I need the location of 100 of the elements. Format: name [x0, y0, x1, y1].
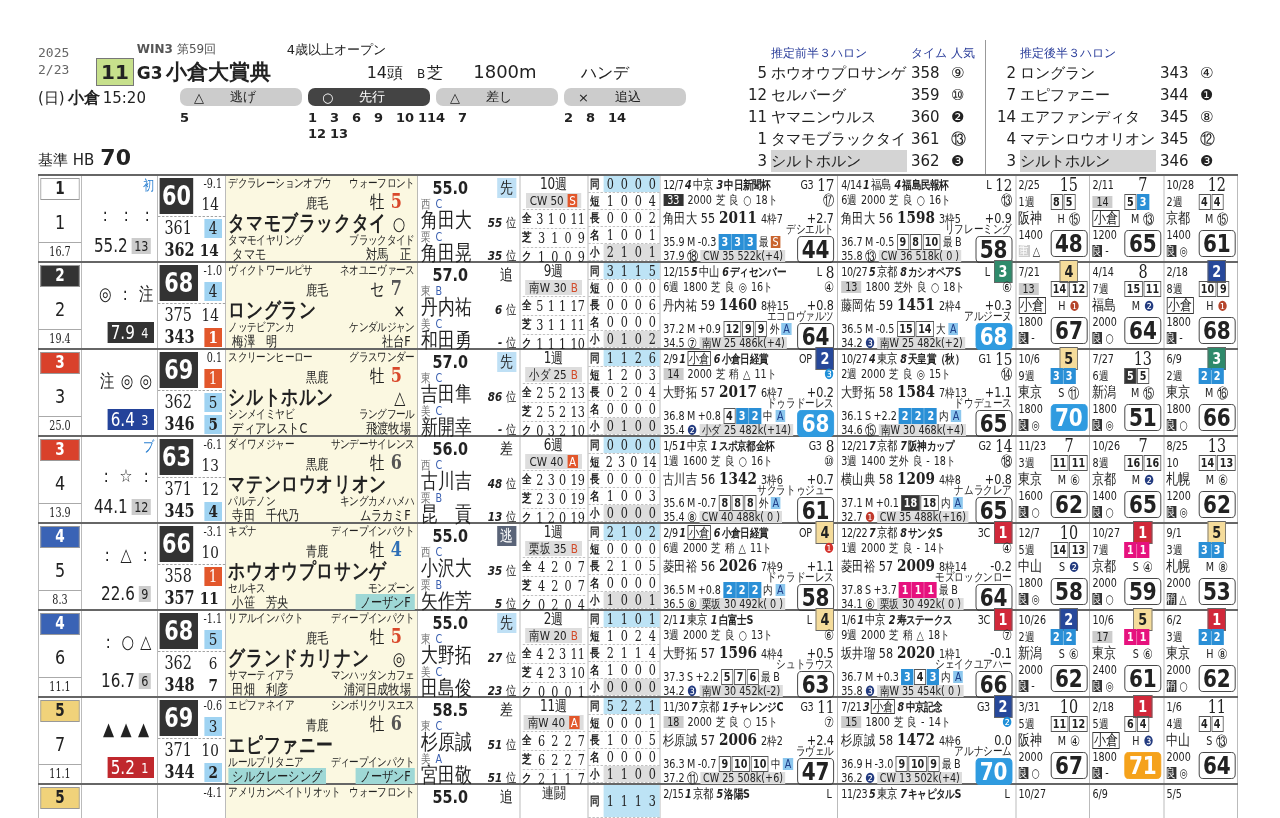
field-size: 14ト	[928, 716, 951, 728]
race-grade: L	[816, 265, 822, 278]
pace-letter: H	[1132, 734, 1140, 747]
race-conditions: 4歳以上オープン	[286, 41, 387, 59]
race-interval: 7週	[1092, 282, 1109, 295]
corner-position: 16	[1124, 454, 1143, 471]
early-time: 36.1	[841, 410, 863, 422]
horse-age: 5	[390, 189, 402, 213]
index-difference: -1.1	[203, 613, 222, 625]
carried-weight: 59	[878, 298, 894, 312]
meeting-number: 5	[690, 264, 698, 279]
jockey-name: 杉原誠	[841, 733, 875, 747]
record-value: 6	[648, 297, 656, 313]
horse-number: 14	[608, 110, 628, 126]
winner-name: モズロックンロー	[935, 571, 1012, 583]
jockey-name: 大野拓	[841, 385, 875, 399]
record-value: 2	[551, 751, 559, 768]
pace-letter: M	[1057, 473, 1067, 486]
race-date: 6/9	[1092, 787, 1108, 800]
running-position: 内	[763, 584, 773, 596]
post-position: 1枠1	[938, 648, 961, 660]
race-interval: 14	[663, 368, 684, 380]
horse-number: 14	[995, 107, 1016, 128]
running-style-tab[interactable]: × 追込	[564, 88, 686, 106]
running-style-tab[interactable]: △ 差し	[436, 88, 558, 106]
running-style-tab[interactable]: ○ 先行	[308, 88, 430, 106]
race-date: 11/23	[1018, 439, 1047, 452]
workout-record: 南W 30 452k(-2)	[699, 685, 783, 697]
record-value: 3	[536, 316, 544, 333]
going: 稍	[729, 368, 740, 380]
leading-rank: 35 位	[487, 564, 516, 577]
record-label: ク	[522, 596, 532, 613]
record-value: 0	[648, 401, 656, 417]
carried-weight: 55	[700, 211, 716, 225]
corner-position: 3	[1137, 193, 1150, 210]
venue: 小倉	[1166, 297, 1194, 314]
record-value: 0	[606, 575, 614, 591]
venue: 中京	[865, 613, 886, 626]
record-value: 0	[634, 227, 642, 243]
style-mark: △	[450, 89, 460, 105]
weight-figure: 16.7	[38, 242, 82, 261]
record-label: 小	[589, 504, 601, 522]
finish-time: 2017	[719, 381, 757, 401]
surface: 芝外	[893, 281, 914, 293]
finish-time: 1598	[897, 207, 935, 227]
record-label: 全	[522, 384, 532, 401]
record-label: 同	[589, 349, 601, 367]
record-value: 3	[648, 488, 656, 504]
record-value: 0	[634, 210, 642, 226]
record-value: 1	[547, 316, 555, 333]
win-odds: 55.2	[93, 236, 128, 255]
record-value: 2	[605, 454, 613, 470]
going: 良	[1166, 767, 1176, 779]
stable-region: 美	[421, 666, 431, 678]
finish-position: 8	[825, 435, 834, 456]
running-style-tab[interactable]: △ 逃げ	[180, 88, 302, 106]
record-value: 0	[620, 193, 628, 209]
rating-mark: △	[1032, 245, 1041, 257]
trainer-grade: B	[435, 492, 443, 504]
race-name: 阪神カップ	[908, 439, 955, 452]
record-value: 2	[620, 698, 628, 714]
surface: 芝	[893, 716, 904, 728]
prediction-mark: 注	[99, 371, 115, 390]
jockey-name: 菱田裕	[663, 559, 697, 573]
trainer-grade: C	[435, 318, 443, 330]
rating-mark: ◎	[1031, 419, 1040, 431]
day-number: 8	[900, 264, 907, 279]
index-rank: 5	[204, 630, 222, 649]
record-label: 短	[589, 453, 601, 471]
popularity-rank: 1	[140, 759, 150, 776]
finish-position: 5	[1133, 608, 1153, 631]
jockey-name: 菱田裕	[841, 559, 875, 573]
horse-number: 1	[308, 110, 319, 126]
record-value: 4	[648, 384, 656, 400]
race-name: 天皇賞（秋）	[908, 352, 964, 365]
race-date: 7/21	[841, 700, 862, 713]
record-label: 短	[589, 627, 601, 645]
carried-weight: 58	[878, 472, 894, 486]
record-value: 0	[620, 662, 628, 678]
race-date: 2/18	[1166, 265, 1188, 278]
rating-mark: △	[743, 368, 751, 380]
race-interval: 3週	[663, 629, 679, 641]
rider-grade: C	[435, 198, 443, 210]
record-value: 0	[620, 280, 628, 296]
popularity: ⑧	[1217, 559, 1228, 574]
leading-rank: 86 位	[487, 390, 516, 403]
rating-mark: -	[916, 542, 921, 554]
pace-difference: +0.8	[697, 410, 721, 422]
workout-grade: B	[570, 542, 578, 555]
popularity: ❸	[687, 684, 698, 698]
venue: 京都	[1166, 211, 1191, 226]
record-value: 2	[620, 384, 628, 400]
win-odds: 16.7	[101, 671, 135, 690]
popularity: ④	[1070, 733, 1081, 748]
distance: 2000	[1018, 664, 1043, 676]
dam-name: サマーティアラ	[228, 669, 294, 681]
post-position: 3枠5	[938, 213, 961, 225]
horse-number: 2	[564, 110, 575, 126]
pace-rank: 11	[198, 588, 220, 608]
frame-badge: 2	[40, 265, 80, 287]
